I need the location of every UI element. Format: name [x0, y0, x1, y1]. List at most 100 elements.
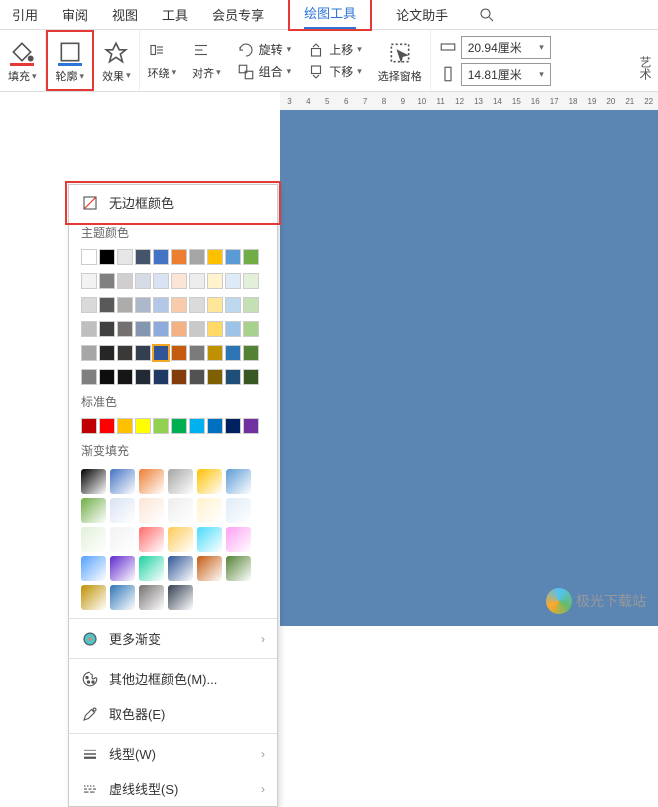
- gradient-swatch[interactable]: [168, 498, 193, 523]
- gradient-swatch[interactable]: [168, 556, 193, 581]
- color-swatch[interactable]: [135, 418, 151, 434]
- tool-move-down[interactable]: 下移▾: [307, 63, 362, 81]
- color-swatch[interactable]: [243, 297, 259, 313]
- gradient-swatch[interactable]: [168, 527, 193, 552]
- gradient-swatch[interactable]: [81, 585, 106, 610]
- gradient-swatch[interactable]: [110, 527, 135, 552]
- color-swatch[interactable]: [171, 345, 187, 361]
- color-swatch[interactable]: [99, 249, 115, 265]
- color-swatch[interactable]: [153, 418, 169, 434]
- tool-fill[interactable]: 填充▾: [0, 30, 46, 91]
- tool-select-pane[interactable]: 选择窗格: [370, 30, 431, 91]
- color-swatch[interactable]: [135, 321, 151, 337]
- search-icon[interactable]: [478, 0, 496, 29]
- color-swatch[interactable]: [117, 249, 133, 265]
- gradient-swatch[interactable]: [81, 527, 106, 552]
- tool-align[interactable]: [192, 41, 221, 59]
- color-swatch[interactable]: [243, 369, 259, 385]
- color-swatch[interactable]: [99, 418, 115, 434]
- tool-move-up[interactable]: 上移▾: [307, 41, 362, 59]
- height-input[interactable]: 14.81厘米▾: [461, 63, 551, 86]
- color-swatch[interactable]: [225, 345, 241, 361]
- gradient-swatch[interactable]: [226, 527, 251, 552]
- color-swatch[interactable]: [189, 297, 205, 313]
- color-swatch[interactable]: [189, 249, 205, 265]
- color-swatch[interactable]: [153, 249, 169, 265]
- color-swatch[interactable]: [81, 273, 97, 289]
- color-swatch[interactable]: [135, 369, 151, 385]
- color-swatch[interactable]: [189, 345, 205, 361]
- color-swatch[interactable]: [171, 273, 187, 289]
- color-swatch[interactable]: [189, 418, 205, 434]
- color-swatch[interactable]: [135, 345, 151, 361]
- color-swatch[interactable]: [243, 249, 259, 265]
- dd-more-gradient[interactable]: 更多渐变 ›: [69, 621, 277, 656]
- gradient-swatch[interactable]: [168, 585, 193, 610]
- tab-tools[interactable]: 工具: [162, 0, 188, 29]
- dd-no-border-color[interactable]: 无边框颜色: [69, 185, 277, 220]
- width-input[interactable]: 20.94厘米▾: [461, 36, 551, 59]
- gradient-swatch[interactable]: [110, 585, 135, 610]
- color-swatch[interactable]: [81, 345, 97, 361]
- color-swatch[interactable]: [225, 321, 241, 337]
- gradient-swatch[interactable]: [197, 469, 222, 494]
- color-swatch[interactable]: [171, 321, 187, 337]
- color-swatch[interactable]: [189, 273, 205, 289]
- gradient-swatch[interactable]: [139, 585, 164, 610]
- gradient-swatch[interactable]: [81, 498, 106, 523]
- color-swatch[interactable]: [81, 249, 97, 265]
- color-swatch[interactable]: [99, 321, 115, 337]
- color-swatch[interactable]: [225, 273, 241, 289]
- color-swatch[interactable]: [153, 321, 169, 337]
- dd-eyedropper[interactable]: 取色器(E): [69, 696, 277, 731]
- color-swatch[interactable]: [171, 297, 187, 313]
- gradient-swatch[interactable]: [81, 556, 106, 581]
- color-swatch[interactable]: [189, 321, 205, 337]
- dd-line-style[interactable]: 线型(W) ›: [69, 736, 277, 771]
- color-swatch[interactable]: [81, 418, 97, 434]
- canvas-shape[interactable]: [280, 110, 658, 626]
- tab-thesis[interactable]: 论文助手: [396, 0, 448, 29]
- color-swatch[interactable]: [243, 418, 259, 434]
- tab-cite[interactable]: 引用: [12, 0, 38, 29]
- tool-rotate[interactable]: 旋转▾: [237, 41, 292, 59]
- color-swatch[interactable]: [207, 418, 223, 434]
- color-swatch[interactable]: [207, 321, 223, 337]
- dd-other-border-color[interactable]: 其他边框颜色(M)...: [69, 661, 277, 696]
- color-swatch[interactable]: [171, 369, 187, 385]
- gradient-swatch[interactable]: [226, 498, 251, 523]
- tool-wrap[interactable]: [148, 41, 177, 59]
- tool-group-btn[interactable]: 组合▾: [237, 63, 292, 81]
- color-swatch[interactable]: [153, 297, 169, 313]
- color-swatch[interactable]: [207, 369, 223, 385]
- color-swatch[interactable]: [99, 369, 115, 385]
- gradient-swatch[interactable]: [168, 469, 193, 494]
- tab-review[interactable]: 审阅: [62, 0, 88, 29]
- color-swatch[interactable]: [117, 297, 133, 313]
- tool-outline[interactable]: 轮廓▾: [46, 30, 95, 91]
- color-swatch[interactable]: [117, 273, 133, 289]
- color-swatch[interactable]: [171, 418, 187, 434]
- color-swatch[interactable]: [225, 297, 241, 313]
- color-swatch[interactable]: [207, 273, 223, 289]
- color-swatch[interactable]: [135, 249, 151, 265]
- gradient-swatch[interactable]: [197, 527, 222, 552]
- gradient-swatch[interactable]: [226, 556, 251, 581]
- tab-view[interactable]: 视图: [112, 0, 138, 29]
- gradient-swatch[interactable]: [110, 556, 135, 581]
- color-swatch[interactable]: [117, 369, 133, 385]
- tool-effect[interactable]: 效果▾: [94, 30, 140, 91]
- gradient-swatch[interactable]: [197, 556, 222, 581]
- color-swatch[interactable]: [117, 345, 133, 361]
- gradient-swatch[interactable]: [226, 469, 251, 494]
- color-swatch[interactable]: [225, 369, 241, 385]
- color-swatch[interactable]: [153, 273, 169, 289]
- color-swatch[interactable]: [243, 345, 259, 361]
- color-swatch[interactable]: [99, 345, 115, 361]
- color-swatch[interactable]: [243, 273, 259, 289]
- color-swatch[interactable]: [207, 345, 223, 361]
- color-swatch[interactable]: [135, 273, 151, 289]
- color-swatch[interactable]: [207, 249, 223, 265]
- color-swatch[interactable]: [81, 369, 97, 385]
- gradient-swatch[interactable]: [110, 469, 135, 494]
